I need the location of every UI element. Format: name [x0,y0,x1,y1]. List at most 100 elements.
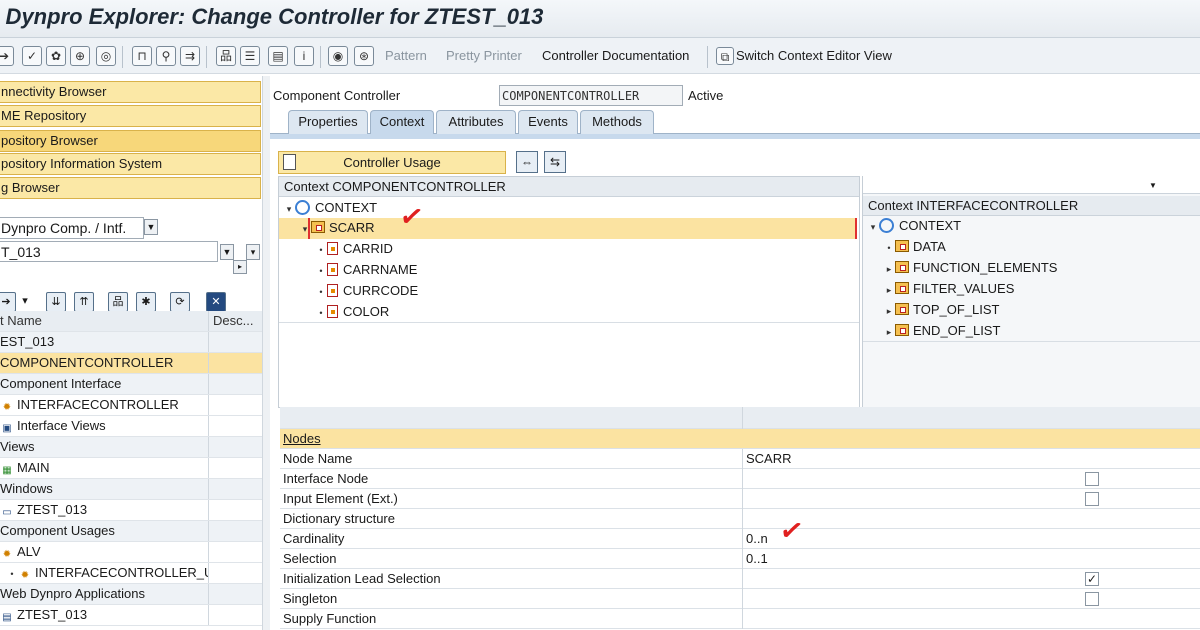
scroll-right-icon[interactable]: ▸ [233,260,247,274]
collapse-icon[interactable]: ⇈ [74,292,94,312]
breakpoint-icon[interactable]: ◉ [328,46,348,66]
expand-triangle-icon[interactable]: ▸ [883,259,895,279]
tree-structure-icon[interactable]: 品 [216,46,236,66]
interface-node-checkbox[interactable] [1085,472,1099,486]
object-type-select[interactable]: Dynpro Comp. / Intf. [0,217,144,239]
table-row[interactable]: ✹ INTERFACECONTROLLER [0,395,262,416]
input-element-checkbox[interactable] [1085,492,1099,506]
nav-repository-information-system[interactable]: pository Information System [0,153,261,175]
expand-icon[interactable]: ⇊ [46,292,66,312]
column-header-description[interactable]: Desc... [213,313,253,328]
tree-attribute[interactable]: • CARRID [315,239,392,260]
nav-mime-repository[interactable]: ME Repository [0,105,261,127]
tree-node[interactable]: ▸ FUNCTION_ELEMENTS [883,258,1058,279]
property-label: Selection [283,551,337,566]
table-row[interactable]: Views [0,437,262,458]
object-name-input[interactable]: T_013 [0,241,218,262]
table-row[interactable]: • ✹ INTERFACECONTROLLER_US [0,563,262,584]
check-icon[interactable]: ✓ [22,46,42,66]
tree-node-context[interactable]: ▾ CONTEXT [867,216,961,237]
property-value[interactable]: 0..1 [746,549,768,568]
controller-usage-button[interactable]: Controller Usage [278,151,506,174]
table-row[interactable]: Component Usages [0,521,262,542]
controller-documentation-button[interactable]: Controller Documentation [542,48,689,63]
property-value[interactable]: 0..n [746,529,768,548]
tree-attribute[interactable]: • CARRNAME [315,260,417,281]
table-row[interactable]: ▤ ZTEST_013 [0,605,262,626]
map-node-icon[interactable]: ⇆ [544,151,566,173]
dropdown-small-icon[interactable]: ▾ [18,292,32,312]
external-breakpoint-icon[interactable]: ⊛ [354,46,374,66]
nav-repository-browser[interactable]: pository Browser [0,130,261,152]
singleton-checkbox[interactable] [1085,592,1099,606]
nav-connectivity-browser[interactable]: nnectivity Browser [0,81,261,103]
expand-triangle-icon[interactable]: ▸ [883,280,895,300]
tab-methods[interactable]: Methods [580,110,654,134]
property-row[interactable]: Interface Node [280,469,1200,489]
table-row[interactable]: COMPONENTCONTROLLER [0,353,262,374]
property-row[interactable]: Input Element (Ext.) [280,489,1200,509]
table-row[interactable]: Web Dynpro Applications [0,584,262,605]
collapse-triangle-icon[interactable]: ▾ [867,217,879,237]
refresh-icon[interactable]: ⟳ [170,292,190,312]
switch-context-editor-view-button[interactable]: Switch Context Editor View [736,48,892,63]
forward-arrow-icon[interactable]: ➔ [0,46,14,66]
table-row[interactable]: EST_013 [0,332,262,353]
property-row[interactable]: Singleton [280,589,1200,609]
scroll-arrow-icon[interactable]: ▾ [246,244,260,260]
display-arrow-icon[interactable]: ➔ [0,292,16,312]
favorites-icon[interactable]: ✱ [136,292,156,312]
table-row[interactable]: ▭ ZTEST_013 [0,500,262,521]
list-icon[interactable]: ▤ [268,46,288,66]
table-row[interactable]: ✹ ALV [0,542,262,563]
row-label: COMPONENTCONTROLLER [0,355,174,370]
table-row[interactable]: Component Interface [0,374,262,395]
chevron-down-icon[interactable]: ▼ [144,219,158,235]
property-row[interactable]: Cardinality 0..n [280,529,1200,549]
hierarchy-icon[interactable]: ⊓ [132,46,152,66]
expand-triangle-icon[interactable]: ▸ [883,301,895,321]
navigate-icon[interactable]: ⇉ [180,46,200,66]
tab-attributes[interactable]: Attributes [436,110,516,134]
close-icon[interactable]: ✕ [206,292,226,312]
tree-node[interactable]: ▸ FILTER_VALUES [883,279,1015,300]
stack-icon[interactable]: ☰ [240,46,260,66]
table-row[interactable]: Windows [0,479,262,500]
context-select[interactable]: ▼ [863,176,1200,194]
property-row[interactable]: Node Name SCARR [280,449,1200,469]
switch-view-icon[interactable]: ⧉ [716,47,734,65]
pin-icon[interactable]: ⚲ [156,46,176,66]
pretty-printer-button[interactable]: Pretty Printer [446,48,522,63]
info-icon[interactable]: i [294,46,314,66]
tab-context[interactable]: Context [370,110,434,134]
column-header-name[interactable]: t Name [0,313,42,328]
property-row[interactable]: Supply Function [280,609,1200,629]
property-row[interactable]: Dictionary structure [280,509,1200,529]
property-value[interactable]: SCARR [746,449,792,468]
dropdown-arrow-icon[interactable]: ▼ [220,244,234,260]
map-context-icon[interactable]: ⇔ [516,151,538,173]
structure-icon[interactable]: 品 [108,292,128,312]
tree-node[interactable]: ▸ TOP_OF_LIST [883,300,1000,321]
tree-attribute[interactable]: • CURRCODE [315,281,418,302]
activate-icon[interactable]: ✿ [46,46,66,66]
test-icon[interactable]: ⊕ [70,46,90,66]
property-row[interactable]: Selection 0..1 [280,549,1200,569]
nav-tag-browser[interactable]: g Browser [0,177,261,199]
tab-events[interactable]: Events [518,110,578,134]
chevron-down-icon[interactable]: ▼ [1149,181,1157,190]
collapse-triangle-icon[interactable]: ▾ [283,199,295,219]
expand-triangle-icon[interactable]: ▸ [883,322,895,342]
tree-attribute[interactable]: • COLOR [315,302,389,323]
where-used-icon[interactable]: ◎ [96,46,116,66]
table-row[interactable]: ▦ MAIN [0,458,262,479]
tab-properties[interactable]: Properties [288,110,368,134]
tree-node-context[interactable]: ▾ CONTEXT [283,198,377,219]
initialization-lead-selection-checkbox[interactable]: ✓ [1085,572,1099,586]
property-row[interactable]: Initialization Lead Selection ✓ [280,569,1200,589]
table-row[interactable]: ▣ Interface Views [0,416,262,437]
tree-node[interactable]: ▸ END_OF_LIST [883,321,1001,342]
splitter-handle[interactable] [262,76,270,630]
pattern-button[interactable]: Pattern [385,48,427,63]
tree-node[interactable]: • DATA [883,237,945,258]
